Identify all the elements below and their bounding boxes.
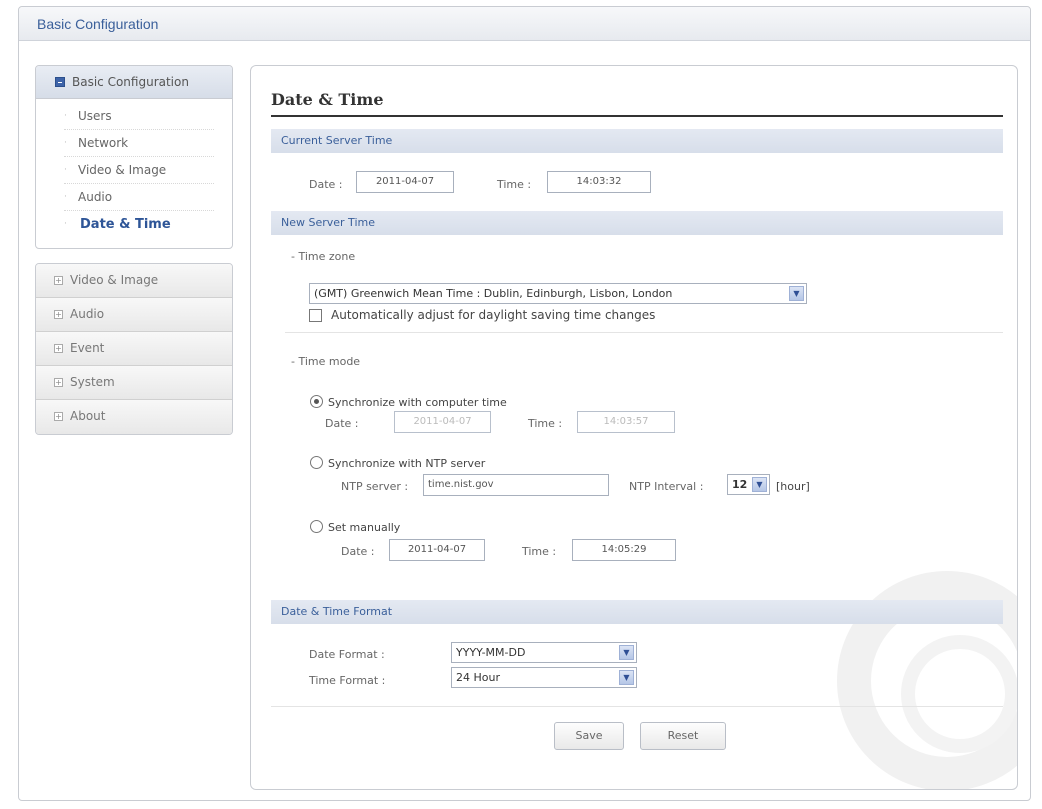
current-time-label: Time : [497,178,532,191]
bullet-icon: · [64,192,67,202]
app-title: Basic Configuration [37,16,159,32]
sidebar-group-basic-configuration: Basic Configuration · Users · Network · … [35,65,233,249]
manual-date-input[interactable]: 2011-04-07 [389,539,485,561]
expand-icon: + [54,310,63,319]
dst-checkbox[interactable] [309,309,322,322]
ntp-server-input[interactable]: time.nist.gov [423,474,609,496]
bullet-icon: · [64,138,67,148]
menu-audio[interactable]: + Audio [36,298,232,332]
section-current-server-time: Current Server Time [271,129,1003,153]
sync-ntp-label: Synchronize with NTP server [328,457,486,470]
date-format-select[interactable]: YYYY-MM-DD ▼ [451,642,637,663]
sidebar-item-users[interactable]: · Users [64,103,214,130]
top-bar: Basic Configuration [19,7,1030,41]
expand-icon: + [54,344,63,353]
sidebar-item-video-image[interactable]: · Video & Image [64,157,214,184]
expand-icon: + [54,412,63,421]
sync-ntp-radio[interactable] [310,456,323,469]
sidebar-menu: + Video & Image + Audio + Event + System… [35,263,233,435]
divider [285,332,1003,333]
sidebar-group-label: Basic Configuration [72,75,189,89]
time-format-select[interactable]: 24 Hour ▼ [451,667,637,688]
page-title: Date & Time [271,90,384,109]
timezone-select[interactable]: (GMT) Greenwich Mean Time : Dublin, Edin… [309,283,807,304]
menu-about[interactable]: + About [36,400,232,434]
sidebar-group-header[interactable]: Basic Configuration [36,66,232,99]
bullet-icon: · [64,111,67,121]
content-panel: Date & Time Current Server Time Date : 2… [250,65,1018,790]
section-date-time-format: Date & Time Format [271,600,1003,624]
chevron-down-icon: ▼ [789,286,804,301]
sync-computer-date-label: Date : [325,417,359,430]
sync-computer-label: Synchronize with computer time [328,396,507,409]
title-divider [271,115,1003,117]
ntp-interval-unit: [hour] [776,480,810,493]
expand-icon: + [54,276,63,285]
manual-date-label: Date : [341,545,375,558]
ntp-server-label: NTP server : [341,480,409,493]
date-format-label: Date Format : [309,648,385,661]
current-time-field: 14:03:32 [547,171,651,193]
sidebar-item-date-time[interactable]: · Date & Time [64,211,214,238]
current-date-label: Date : [309,178,343,191]
sync-computer-date-field: 2011-04-07 [394,411,491,433]
set-manually-label: Set manually [328,521,401,534]
manual-time-label: Time : [522,545,557,558]
sidebar-item-audio[interactable]: · Audio [64,184,214,211]
ntp-interval-select[interactable]: 12 ▼ [727,474,770,495]
divider [271,706,1003,707]
sidebar-submenu: · Users · Network · Video & Image · Audi… [36,99,232,248]
sync-computer-time-label: Time : [528,417,563,430]
sync-computer-radio[interactable] [310,395,323,408]
menu-system[interactable]: + System [36,366,232,400]
sidebar: Basic Configuration · Users · Network · … [35,65,233,435]
bullet-icon: · [64,165,67,175]
chevron-down-icon: ▼ [752,477,767,492]
manual-time-input[interactable]: 14:05:29 [572,539,676,561]
chevron-down-icon: ▼ [619,645,634,660]
expand-icon: + [54,378,63,387]
collapse-icon [55,77,65,87]
bullet-icon: · [64,219,67,229]
set-manually-radio[interactable] [310,520,323,533]
chevron-down-icon: ▼ [619,670,634,685]
current-date-field: 2011-04-07 [356,171,454,193]
reset-button[interactable]: Reset [640,722,726,750]
section-new-server-time: New Server Time [271,211,1003,235]
sidebar-item-network[interactable]: · Network [64,130,214,157]
timezone-label: - Time zone [291,250,356,263]
menu-event[interactable]: + Event [36,332,232,366]
sync-computer-time-field: 14:03:57 [577,411,675,433]
menu-video-image[interactable]: + Video & Image [36,264,232,298]
time-format-label: Time Format : [309,674,386,687]
save-button[interactable]: Save [554,722,624,750]
timemode-label: - Time mode [291,355,361,368]
app-frame: Basic Configuration Basic Configuration … [18,6,1031,801]
ntp-interval-label: NTP Interval : [629,480,704,493]
dst-label: Automatically adjust for daylight saving… [331,308,656,322]
